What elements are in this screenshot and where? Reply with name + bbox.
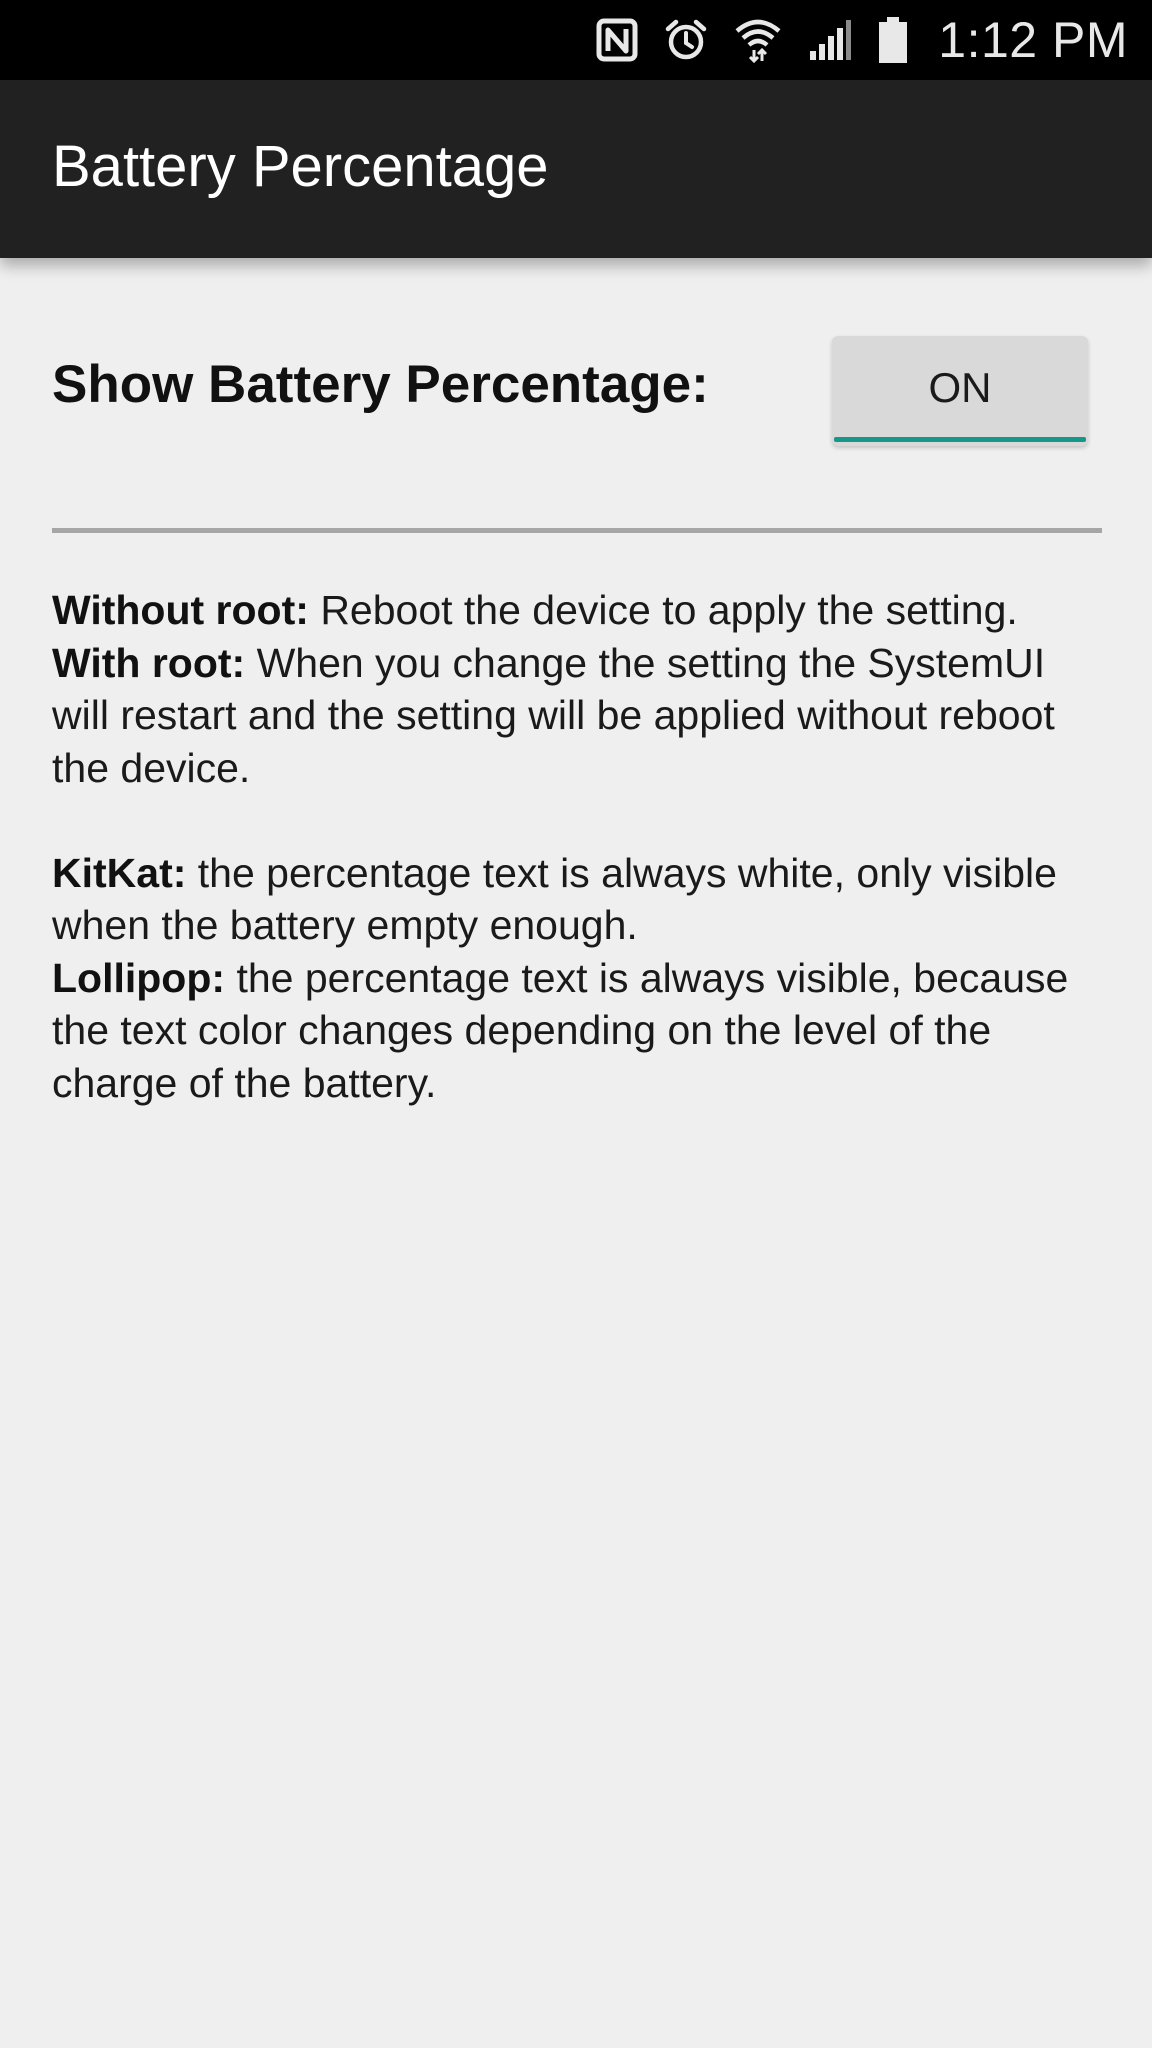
- info-text: Without root: Reboot the device to apply…: [52, 584, 1112, 1109]
- without-root-title: Without root:: [52, 587, 309, 633]
- app-bar: Battery Percentage: [0, 80, 1152, 258]
- with-root-paragraph: With root: When you change the setting t…: [52, 637, 1112, 795]
- nfc-icon: [596, 18, 638, 62]
- toggle-on-indicator: [834, 437, 1086, 442]
- without-root-text: Reboot the device to apply the setting.: [308, 587, 1018, 633]
- toggle-button-label: ON: [928, 364, 992, 411]
- battery-percentage-toggle-button[interactable]: ON: [832, 336, 1088, 446]
- wifi-icon: [734, 17, 782, 63]
- with-root-title: With root:: [52, 639, 246, 686]
- status-icons: 1:12 PM: [596, 0, 1128, 80]
- alarm-icon: [664, 18, 708, 62]
- status-bar: 1:12 PM: [0, 0, 1152, 80]
- content: Show Battery Percentage: ON Without root…: [0, 258, 1152, 2048]
- divider: [52, 528, 1102, 533]
- lollipop-title: Lollipop:: [52, 954, 226, 1001]
- battery-icon: [878, 16, 908, 64]
- show-battery-percentage-label: Show Battery Percentage:: [52, 355, 709, 414]
- without-root-paragraph: Without root: Reboot the device to apply…: [52, 584, 1112, 637]
- kitkat-title: KitKat:: [52, 849, 187, 896]
- lollipop-paragraph: Lollipop: the percentage text is always …: [52, 952, 1112, 1110]
- status-time: 1:12 PM: [938, 12, 1128, 68]
- screen: 1:12 PM Battery Percentage Show Battery …: [0, 0, 1152, 2048]
- kitkat-text: the percentage text is always white, onl…: [52, 849, 1057, 949]
- kitkat-paragraph: KitKat: the percentage text is always wh…: [52, 847, 1112, 952]
- app-title: Battery Percentage: [52, 134, 549, 199]
- signal-icon: [808, 19, 852, 61]
